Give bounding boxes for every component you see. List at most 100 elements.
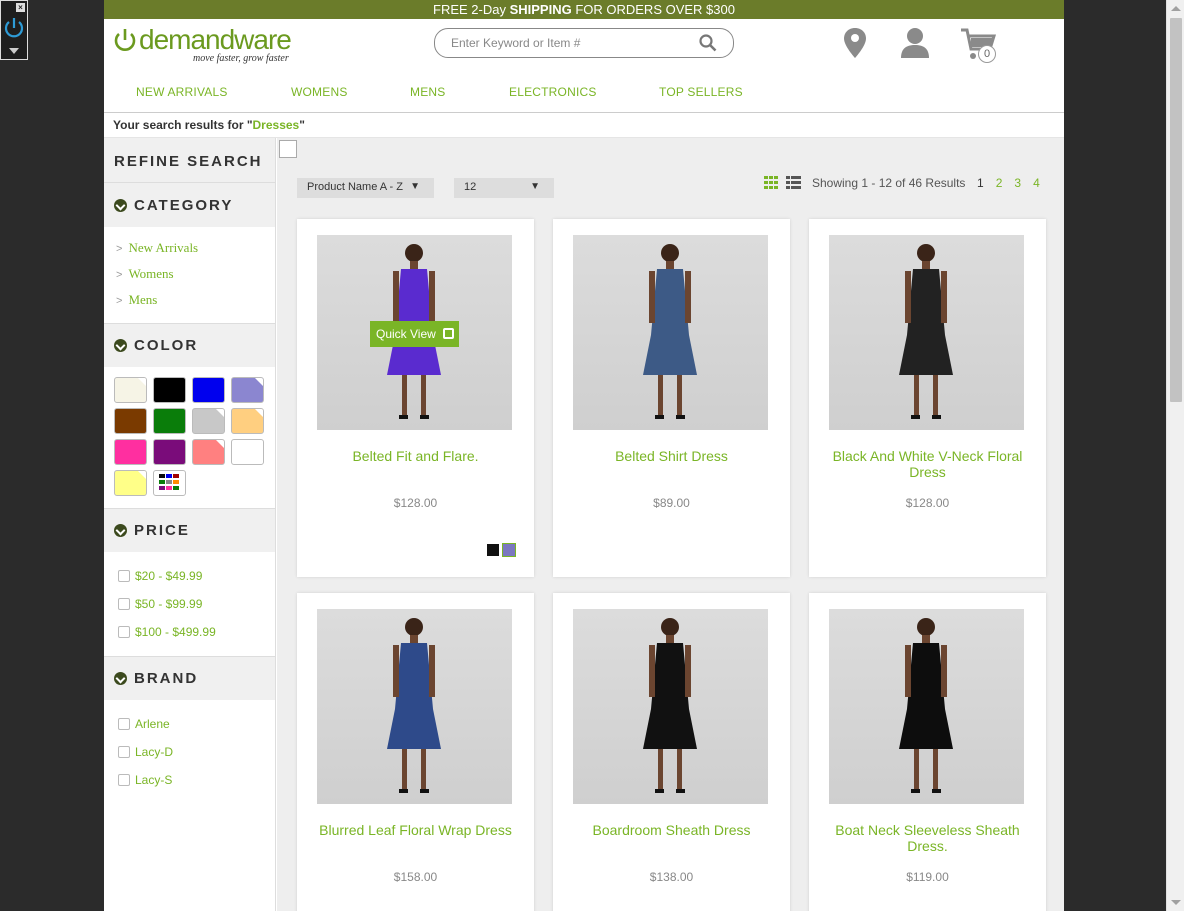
search-icon[interactable] — [699, 34, 717, 52]
category-facet-header[interactable]: CATEGORY — [104, 183, 275, 227]
color-swatch[interactable] — [231, 408, 264, 434]
promo-bold: SHIPPING — [509, 2, 572, 17]
checkbox[interactable] — [118, 774, 130, 786]
product-image[interactable] — [573, 609, 768, 804]
color-swatch[interactable] — [114, 470, 147, 496]
grid-view-icon[interactable] — [764, 176, 778, 189]
nav-womens[interactable]: WOMENS — [291, 85, 348, 99]
scrollbar[interactable] — [1166, 0, 1184, 911]
results-prefix: Your search results for " — [113, 118, 253, 132]
product-tile[interactable]: Belted Shirt Dress $89.00 — [553, 219, 790, 577]
nav-electronics[interactable]: ELECTRONICS — [509, 85, 597, 99]
items-per-page-select[interactable]: 12 ▼ — [454, 178, 554, 198]
product-color-swatch[interactable] — [487, 544, 499, 556]
account-icon[interactable] — [900, 27, 930, 59]
product-tile[interactable]: Quick View Belted Fit and Flare. $128.00 — [297, 219, 534, 577]
scroll-down-arrow[interactable] — [1171, 900, 1181, 905]
product-tile[interactable]: Boat Neck Sleeveless Sheath Dress. $119.0… — [809, 593, 1046, 911]
product-name[interactable]: Blurred Leaf Floral Wrap Dress — [307, 822, 524, 838]
chevron-down-icon[interactable] — [9, 48, 19, 54]
product-name[interactable]: Black And White V-Neck Floral Dress — [819, 448, 1036, 480]
color-swatch[interactable] — [192, 408, 225, 434]
color-swatch[interactable] — [114, 408, 147, 434]
page-link[interactable]: 1 — [977, 176, 984, 190]
checkbox[interactable] — [118, 626, 130, 638]
nav-mens[interactable]: MENS — [410, 85, 445, 99]
nav-top-sellers[interactable]: TOP SELLERS — [659, 85, 743, 99]
color-swatch-grid — [104, 367, 275, 508]
product-name[interactable]: Belted Fit and Flare. — [307, 448, 524, 464]
checkbox[interactable] — [118, 598, 130, 610]
power-widget[interactable]: × — [0, 0, 28, 60]
product-price: $138.00 — [649, 870, 694, 884]
color-facet-header[interactable]: COLOR — [104, 323, 275, 367]
checkbox[interactable] — [118, 746, 130, 758]
list-view-icon[interactable] — [786, 176, 801, 189]
product-name[interactable]: Boat Neck Sleeveless Sheath Dress. — [819, 822, 1036, 854]
product-tile[interactable]: Boardroom Sheath Dress $138.00 — [553, 593, 790, 911]
color-swatch[interactable] — [192, 439, 225, 465]
sort-select[interactable]: Product Name A - Z ▼ — [297, 178, 434, 198]
color-swatch[interactable] — [153, 439, 186, 465]
logo[interactable]: demandware move faster, grow faster — [113, 25, 292, 64]
nav-new-arrivals[interactable]: NEW ARRIVALS — [136, 85, 228, 99]
color-swatch[interactable] — [114, 439, 147, 465]
scroll-up-arrow[interactable] — [1171, 6, 1181, 11]
color-swatch[interactable] — [114, 377, 147, 403]
color-swatch[interactable] — [153, 377, 186, 403]
view-toggle — [764, 176, 804, 195]
price-option[interactable]: $20 - $49.99 — [118, 562, 261, 590]
category-item-womens[interactable]: > Womens — [116, 261, 263, 287]
price-option[interactable]: $100 - $499.99 — [118, 618, 261, 646]
color-swatch[interactable] — [231, 377, 264, 403]
category-item-label: New Arrivals — [128, 240, 199, 255]
product-results: Product Name A - Z ▼ 12 ▼ Showing 1 - 12 o… — [277, 138, 1064, 911]
main-nav: NEW ARRIVALS WOMENS MENS ELECTRONICS TOP… — [104, 71, 1064, 113]
product-tile[interactable]: Black And White V-Neck Floral Dress $128.… — [809, 219, 1046, 577]
brand-option-label: Lacy-S — [135, 773, 173, 787]
product-image[interactable] — [829, 235, 1024, 430]
product-image[interactable] — [317, 609, 512, 804]
product-price: $128.00 — [905, 496, 950, 510]
page: FREE 2-Day SHIPPING FOR ORDERS OVER $300… — [104, 0, 1064, 911]
product-image[interactable] — [573, 235, 768, 430]
checkbox[interactable] — [118, 718, 130, 730]
page-link[interactable]: 4 — [1033, 176, 1040, 190]
product-price: $158.00 — [393, 870, 438, 884]
category-item-mens[interactable]: > Mens — [116, 287, 263, 313]
category-item-new-arrivals[interactable]: > New Arrivals — [116, 235, 263, 261]
brand-facet-header[interactable]: BRAND — [104, 656, 275, 700]
product-price: $119.00 — [906, 870, 949, 884]
category-title: CATEGORY — [134, 196, 234, 214]
color-swatch[interactable] — [192, 377, 225, 403]
color-swatch[interactable] — [153, 408, 186, 434]
price-option[interactable]: $50 - $99.99 — [118, 590, 261, 618]
chevron-down-icon — [114, 524, 127, 537]
chevron-right-icon: > — [116, 269, 123, 281]
cart-count-badge[interactable]: 0 — [978, 45, 996, 63]
product-image[interactable] — [829, 609, 1024, 804]
color-swatch[interactable] — [231, 439, 264, 465]
product-color-swatch[interactable] — [502, 543, 516, 557]
price-facet-header[interactable]: PRICE — [104, 508, 275, 552]
brand-option[interactable]: Arlene — [118, 710, 261, 738]
store-locator-icon[interactable] — [843, 27, 867, 59]
price-title: PRICE — [134, 522, 190, 539]
quick-view-button[interactable]: Quick View — [370, 321, 459, 347]
close-icon[interactable]: × — [16, 3, 25, 12]
product-image[interactable]: Quick View — [317, 235, 512, 430]
color-swatch-multicolor[interactable] — [153, 470, 186, 496]
search-input[interactable] — [451, 29, 691, 57]
product-tile[interactable]: Blurred Leaf Floral Wrap Dress $158.00 — [297, 593, 534, 911]
page-link[interactable]: 3 — [1014, 176, 1021, 190]
scrollbar-thumb[interactable] — [1170, 18, 1182, 402]
color-title: COLOR — [134, 337, 199, 354]
checkbox[interactable] — [118, 570, 130, 582]
category-item-label: Mens — [128, 292, 158, 307]
brand-option[interactable]: Lacy-D — [118, 738, 261, 766]
page-link[interactable]: 2 — [996, 176, 1003, 190]
product-name[interactable]: Boardroom Sheath Dress — [563, 822, 780, 838]
price-option-label: $100 - $499.99 — [135, 625, 216, 639]
product-name[interactable]: Belted Shirt Dress — [563, 448, 780, 464]
brand-option[interactable]: Lacy-S — [118, 766, 261, 794]
